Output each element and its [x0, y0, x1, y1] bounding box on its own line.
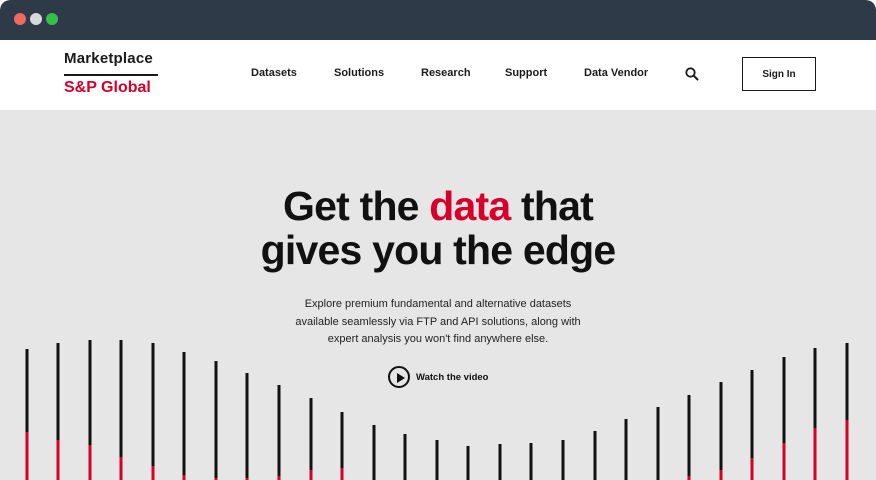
watch-video-link[interactable]: Watch the video [388, 366, 489, 388]
nav-item-support[interactable]: Support [505, 67, 547, 79]
logo-marketplace-text: Marketplace [64, 50, 153, 67]
sign-in-button[interactable]: Sign In [742, 57, 816, 91]
hero-headline: Get the data that gives you the edge [0, 184, 876, 272]
search-button[interactable] [684, 66, 700, 82]
minimize-window-button[interactable] [30, 13, 42, 25]
headline-text-start: Get the [283, 183, 430, 229]
logo-sp-global-text: S&P Global [64, 79, 151, 96]
nav-item-research[interactable]: Research [421, 67, 471, 79]
decorative-bar-graphic [25, 340, 849, 480]
browser-window: Marketplace S&P Global Datasets Solution… [0, 0, 876, 480]
search-icon [685, 67, 699, 81]
nav-item-solutions[interactable]: Solutions [334, 67, 384, 79]
site-header: Marketplace S&P Global Datasets Solution… [0, 40, 876, 110]
headline-text-end: that [510, 183, 594, 229]
headline-accent-word: data [429, 183, 511, 229]
logo-divider [64, 74, 158, 76]
hero-description-line-3: expert analysis you won't find anywhere … [327, 333, 549, 345]
nav-item-data-vendor[interactable]: Data Vendor [584, 67, 648, 79]
nav-item-datasets[interactable]: Datasets [251, 67, 297, 79]
hero-description-line-1: Explore premium fundamental and alternat… [304, 298, 572, 310]
hero-description-line-2: available seamlessly via FTP and API sol… [295, 315, 581, 328]
close-window-button[interactable] [14, 13, 26, 25]
window-titlebar [0, 0, 876, 40]
site-logo[interactable]: Marketplace S&P Global [64, 50, 160, 97]
headline-line-two: gives you the edge [260, 227, 617, 273]
watch-video-label: Watch the video [416, 371, 489, 383]
hero-section: Get the data that gives you the edge Exp… [0, 110, 876, 480]
hero-description: Explore premium fundamental and alternat… [0, 296, 876, 349]
maximize-window-button[interactable] [46, 13, 58, 25]
play-icon [388, 366, 410, 388]
